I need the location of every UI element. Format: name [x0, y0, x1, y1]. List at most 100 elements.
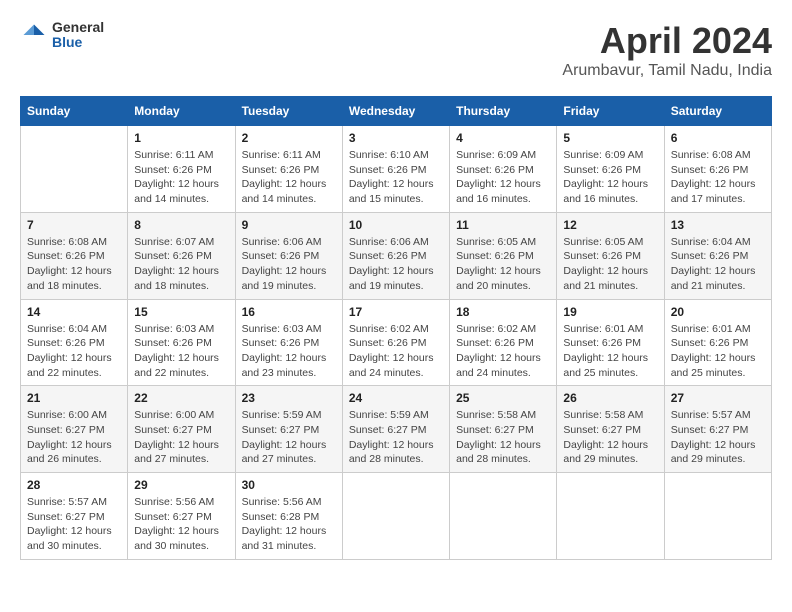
calendar-cell: 20 Sunrise: 6:01 AM Sunset: 6:26 PM Dayli…: [664, 299, 771, 386]
day-number: 5: [563, 131, 657, 145]
week-row-0: 1 Sunrise: 6:11 AM Sunset: 6:26 PM Daylig…: [21, 126, 772, 213]
logo-text: General Blue: [52, 20, 104, 51]
calendar-cell: 22 Sunrise: 6:00 AM Sunset: 6:27 PM Dayli…: [128, 386, 235, 473]
calendar-cell: 14 Sunrise: 6:04 AM Sunset: 6:26 PM Dayli…: [21, 299, 128, 386]
day-number: 13: [671, 218, 765, 232]
day-number: 28: [27, 478, 121, 492]
calendar-cell: 11 Sunrise: 6:05 AM Sunset: 6:26 PM Dayli…: [450, 212, 557, 299]
day-info: Sunrise: 6:01 AM Sunset: 6:26 PM Dayligh…: [671, 322, 765, 381]
weekday-header-monday: Monday: [128, 97, 235, 126]
calendar-cell: 26 Sunrise: 5:58 AM Sunset: 6:27 PM Dayli…: [557, 386, 664, 473]
day-number: 9: [242, 218, 336, 232]
weekday-header-tuesday: Tuesday: [235, 97, 342, 126]
day-info: Sunrise: 6:08 AM Sunset: 6:26 PM Dayligh…: [27, 235, 121, 294]
calendar-cell: 2Sunrise: 6:11 AM Sunset: 6:26 PM Daylig…: [235, 126, 342, 213]
day-info: Sunrise: 6:03 AM Sunset: 6:26 PM Dayligh…: [242, 322, 336, 381]
calendar-cell: [450, 473, 557, 560]
calendar-cell: [21, 126, 128, 213]
calendar-cell: 6 Sunrise: 6:08 AM Sunset: 6:26 PM Daylig…: [664, 126, 771, 213]
day-info: Sunrise: 6:05 AM Sunset: 6:26 PM Dayligh…: [563, 235, 657, 294]
day-number: 21: [27, 391, 121, 405]
day-info: Sunrise: 6:09 AM Sunset: 6:26 PM Dayligh…: [563, 148, 657, 207]
day-number: 29: [134, 478, 228, 492]
calendar-cell: 17 Sunrise: 6:02 AM Sunset: 6:26 PM Dayli…: [342, 299, 449, 386]
logo-icon: [20, 21, 48, 49]
title-section: April 2024 Arumbavur, Tamil Nadu, India: [562, 20, 772, 80]
day-info: Sunrise: 6:01 AM Sunset: 6:26 PM Dayligh…: [563, 322, 657, 381]
day-number: 26: [563, 391, 657, 405]
day-number: 16: [242, 305, 336, 319]
day-number: 4: [456, 131, 550, 145]
day-number: 20: [671, 305, 765, 319]
calendar-cell: [664, 473, 771, 560]
calendar-cell: 1 Sunrise: 6:11 AM Sunset: 6:26 PM Daylig…: [128, 126, 235, 213]
calendar-cell: 24 Sunrise: 5:59 AM Sunset: 6:27 PM Dayli…: [342, 386, 449, 473]
weekday-header-wednesday: Wednesday: [342, 97, 449, 126]
week-row-4: 28 Sunrise: 5:57 AM Sunset: 6:27 PM Dayli…: [21, 473, 772, 560]
day-info: Sunrise: 5:58 AM Sunset: 6:27 PM Dayligh…: [456, 408, 550, 467]
day-number: 11: [456, 218, 550, 232]
day-info: Sunrise: 6:03 AM Sunset: 6:26 PM Dayligh…: [134, 322, 228, 381]
weekday-header-row: SundayMondayTuesdayWednesdayThursdayFrid…: [21, 97, 772, 126]
weekday-header-saturday: Saturday: [664, 97, 771, 126]
day-info: Sunrise: 5:58 AM Sunset: 6:27 PM Dayligh…: [563, 408, 657, 467]
day-number: 18: [456, 305, 550, 319]
calendar-cell: 25 Sunrise: 5:58 AM Sunset: 6:27 PM Dayli…: [450, 386, 557, 473]
day-info: Sunrise: 5:56 AM Sunset: 6:28 PM Dayligh…: [242, 495, 336, 554]
day-number: 27: [671, 391, 765, 405]
day-info: Sunrise: 5:59 AM Sunset: 6:27 PM Dayligh…: [242, 408, 336, 467]
week-row-2: 14 Sunrise: 6:04 AM Sunset: 6:26 PM Dayli…: [21, 299, 772, 386]
day-number: 10: [349, 218, 443, 232]
logo-general: General: [52, 20, 104, 35]
weekday-header-friday: Friday: [557, 97, 664, 126]
calendar-cell: 29Sunrise: 5:56 AM Sunset: 6:27 PM Dayli…: [128, 473, 235, 560]
calendar-cell: 18 Sunrise: 6:02 AM Sunset: 6:26 PM Dayli…: [450, 299, 557, 386]
day-number: 25: [456, 391, 550, 405]
header: General Blue April 2024 Arumbavur, Tamil…: [20, 20, 772, 80]
day-number: 17: [349, 305, 443, 319]
calendar-cell: 16 Sunrise: 6:03 AM Sunset: 6:26 PM Dayli…: [235, 299, 342, 386]
day-info: Sunrise: 6:04 AM Sunset: 6:26 PM Dayligh…: [27, 322, 121, 381]
calendar-cell: 5 Sunrise: 6:09 AM Sunset: 6:26 PM Daylig…: [557, 126, 664, 213]
day-number: 8: [134, 218, 228, 232]
day-info: Sunrise: 6:08 AM Sunset: 6:26 PM Dayligh…: [671, 148, 765, 207]
page-subtitle: Arumbavur, Tamil Nadu, India: [562, 62, 772, 80]
day-info: Sunrise: 6:06 AM Sunset: 6:26 PM Dayligh…: [242, 235, 336, 294]
page-title: April 2024: [562, 20, 772, 62]
day-number: 23: [242, 391, 336, 405]
day-number: 3: [349, 131, 443, 145]
day-number: 19: [563, 305, 657, 319]
day-number: 22: [134, 391, 228, 405]
calendar-cell: 9 Sunrise: 6:06 AM Sunset: 6:26 PM Daylig…: [235, 212, 342, 299]
calendar-cell: 4 Sunrise: 6:09 AM Sunset: 6:26 PM Daylig…: [450, 126, 557, 213]
calendar-cell: 7Sunrise: 6:08 AM Sunset: 6:26 PM Daylig…: [21, 212, 128, 299]
calendar-cell: 23 Sunrise: 5:59 AM Sunset: 6:27 PM Dayli…: [235, 386, 342, 473]
calendar-cell: 12Sunrise: 6:05 AM Sunset: 6:26 PM Dayli…: [557, 212, 664, 299]
day-info: Sunrise: 5:57 AM Sunset: 6:27 PM Dayligh…: [27, 495, 121, 554]
day-info: Sunrise: 6:10 AM Sunset: 6:26 PM Dayligh…: [349, 148, 443, 207]
day-info: Sunrise: 6:06 AM Sunset: 6:26 PM Dayligh…: [349, 235, 443, 294]
day-number: 24: [349, 391, 443, 405]
day-info: Sunrise: 6:00 AM Sunset: 6:27 PM Dayligh…: [134, 408, 228, 467]
day-number: 14: [27, 305, 121, 319]
day-number: 6: [671, 131, 765, 145]
calendar-cell: 13Sunrise: 6:04 AM Sunset: 6:26 PM Dayli…: [664, 212, 771, 299]
logo: General Blue: [20, 20, 104, 51]
day-info: Sunrise: 5:59 AM Sunset: 6:27 PM Dayligh…: [349, 408, 443, 467]
day-number: 2: [242, 131, 336, 145]
calendar-cell: 10 Sunrise: 6:06 AM Sunset: 6:26 PM Dayli…: [342, 212, 449, 299]
calendar-cell: 8Sunrise: 6:07 AM Sunset: 6:26 PM Daylig…: [128, 212, 235, 299]
week-row-3: 21 Sunrise: 6:00 AM Sunset: 6:27 PM Dayli…: [21, 386, 772, 473]
weekday-header-thursday: Thursday: [450, 97, 557, 126]
day-info: Sunrise: 6:02 AM Sunset: 6:26 PM Dayligh…: [349, 322, 443, 381]
week-row-1: 7Sunrise: 6:08 AM Sunset: 6:26 PM Daylig…: [21, 212, 772, 299]
day-info: Sunrise: 6:11 AM Sunset: 6:26 PM Dayligh…: [134, 148, 228, 207]
day-info: Sunrise: 6:09 AM Sunset: 6:26 PM Dayligh…: [456, 148, 550, 207]
day-info: Sunrise: 6:02 AM Sunset: 6:26 PM Dayligh…: [456, 322, 550, 381]
calendar-cell: 28 Sunrise: 5:57 AM Sunset: 6:27 PM Dayli…: [21, 473, 128, 560]
weekday-header-sunday: Sunday: [21, 97, 128, 126]
day-info: Sunrise: 6:05 AM Sunset: 6:26 PM Dayligh…: [456, 235, 550, 294]
logo-blue: Blue: [52, 35, 104, 50]
day-number: 1: [134, 131, 228, 145]
day-number: 15: [134, 305, 228, 319]
